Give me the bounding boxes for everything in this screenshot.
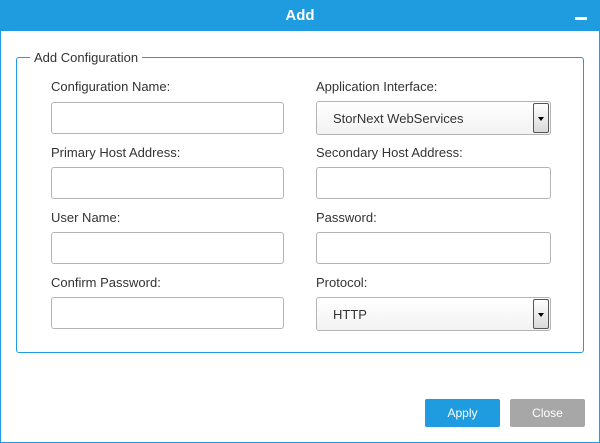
primary-host-input[interactable] [51, 167, 284, 199]
protocol-label: Protocol: [316, 275, 368, 290]
confirm-password-label: Confirm Password: [51, 275, 161, 290]
chevron-down-icon[interactable] [533, 103, 549, 133]
add-dialog: Add Add Configuration Configuration Name… [0, 0, 600, 443]
close-button[interactable]: Close [510, 399, 585, 427]
secondary-host-label: Secondary Host Address: [316, 145, 463, 160]
user-name-label: User Name: [51, 210, 121, 225]
primary-host-label: Primary Host Address: [51, 145, 181, 160]
dialog-titlebar: Add [1, 1, 599, 31]
dialog-title: Add [285, 7, 315, 24]
application-interface-select[interactable]: StorNext WebServices [316, 101, 551, 135]
secondary-host-input[interactable] [316, 167, 551, 199]
password-label: Password: [316, 210, 377, 225]
protocol-value: HTTP [333, 307, 367, 322]
password-input[interactable] [316, 232, 551, 264]
confirm-password-input[interactable] [51, 297, 284, 329]
protocol-select[interactable]: HTTP [316, 297, 551, 331]
minimize-icon[interactable] [575, 13, 587, 23]
configuration-name-input[interactable] [51, 102, 284, 134]
chevron-down-icon[interactable] [533, 299, 549, 329]
configuration-name-label: Configuration Name: [51, 79, 171, 94]
application-interface-label: Application Interface: [316, 79, 438, 94]
apply-button[interactable]: Apply [425, 399, 500, 427]
fieldset-legend: Add Configuration [30, 50, 143, 65]
application-interface-value: StorNext WebServices [333, 111, 464, 126]
user-name-input[interactable] [51, 232, 284, 264]
